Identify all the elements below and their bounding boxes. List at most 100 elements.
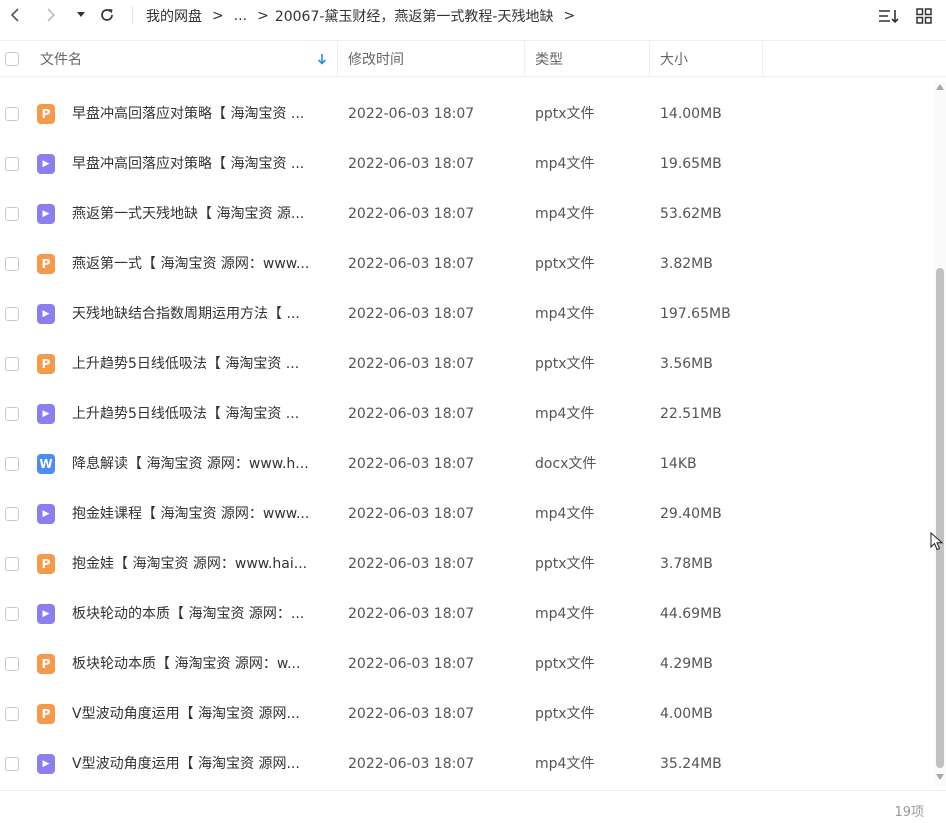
file-name[interactable]: 板块轮动本质【 海淘宝资 源网：w... [72, 653, 328, 675]
file-size: 53.62MB [660, 206, 722, 222]
file-type: mp4文件 [535, 506, 595, 522]
file-name[interactable]: 抱金娃【 海淘宝资 源网：www.hai... [72, 553, 328, 575]
breadcrumb-separator: > [257, 8, 269, 24]
row-checkbox[interactable] [5, 557, 19, 571]
row-checkbox[interactable] [5, 657, 19, 671]
file-type: mp4文件 [535, 606, 595, 622]
file-modified-time: 2022-06-03 18:07 [348, 156, 475, 172]
file-type: pptx文件 [535, 106, 595, 122]
grid-view-button[interactable] [913, 5, 935, 27]
toolbar-divider [132, 6, 133, 24]
file-modified-time: 2022-06-03 18:07 [348, 656, 475, 672]
row-checkbox[interactable] [5, 607, 19, 621]
file-row[interactable]: P 上升趋势5日线低吸法【 海淘宝资 ... 2022-06-03 18:07 ppt… [0, 339, 934, 389]
file-size: 4.00MB [660, 706, 713, 722]
column-size-label: 大小 [660, 52, 688, 68]
mp4-file-icon: ▶ [37, 604, 55, 624]
column-name-label[interactable]: 文件名 [40, 49, 82, 69]
file-name[interactable]: 降息解读【 海淘宝资 源网：www.h... [72, 453, 328, 475]
mp4-file-icon: ▶ [37, 754, 55, 774]
file-row[interactable]: ▶ 早盘冲高回落应对策略【 海淘宝资 ... 2022-06-03 18:07 mp4… [0, 139, 934, 189]
breadcrumb-root[interactable]: 我的网盘 [146, 6, 202, 26]
toolbar: 我的网盘 > ... > 20067-黛玉财经，燕返第一式教程-天残地缺 > [0, 0, 946, 32]
file-name[interactable]: 燕返第一式天残地缺【 海淘宝资 源... [72, 203, 328, 225]
file-name[interactable]: 早盘冲高回落应对策略【 海淘宝资 ... [72, 153, 328, 175]
forward-button[interactable] [40, 4, 62, 26]
file-name[interactable]: V型波动角度运用【 海淘宝资 源网... [72, 753, 328, 775]
file-name[interactable]: 板块轮动的本质【 海淘宝资 源网：... [72, 603, 328, 625]
row-checkbox[interactable] [5, 107, 19, 121]
column-time[interactable]: 修改时间 [338, 41, 525, 77]
file-name[interactable]: 燕返第一式【 海淘宝资 源网：www... [72, 253, 328, 275]
column-size[interactable]: 大小 [650, 41, 763, 77]
file-name[interactable]: V型波动角度运用【 海淘宝资 源网... [72, 703, 328, 725]
file-size: 14KB [660, 456, 697, 472]
row-checkbox[interactable] [5, 257, 19, 271]
status-bar: 19项 [0, 790, 946, 823]
back-button[interactable] [4, 4, 26, 26]
scroll-up-arrow-icon[interactable] [936, 84, 944, 90]
row-checkbox[interactable] [5, 207, 19, 221]
row-checkbox[interactable] [5, 157, 19, 171]
file-type: docx文件 [535, 456, 597, 472]
pptx-file-icon: P [37, 104, 55, 124]
scroll-down-arrow-icon[interactable] [936, 774, 944, 780]
file-modified-time: 2022-06-03 18:07 [348, 106, 475, 122]
file-row[interactable]: P 板块轮动本质【 海淘宝资 源网：w... 2022-06-03 18:07 ppt… [0, 639, 934, 689]
row-checkbox[interactable] [5, 407, 19, 421]
file-row[interactable]: P 早盘冲高回落应对策略【 海淘宝资 ... 2022-06-03 18:07 ppt… [0, 89, 934, 139]
breadcrumb-current[interactable]: 20067-黛玉财经，燕返第一式教程-天残地缺 [275, 6, 554, 26]
file-name[interactable]: 上升趋势5日线低吸法【 海淘宝资 ... [72, 353, 328, 375]
chevron-right-icon [47, 8, 56, 22]
caret-down-icon [77, 12, 85, 17]
file-modified-time: 2022-06-03 18:07 [348, 406, 475, 422]
file-modified-time: 2022-06-03 18:07 [348, 456, 475, 472]
row-checkbox[interactable] [5, 757, 19, 771]
pptx-file-icon: P [37, 704, 55, 724]
row-checkbox[interactable] [5, 307, 19, 321]
select-all-checkbox[interactable] [5, 41, 19, 77]
file-name[interactable]: 抱金娃课程【 海淘宝资 源网：www... [72, 503, 328, 525]
sort-down-arrow-icon[interactable] [317, 41, 331, 77]
file-row[interactable]: ▶ V型波动角度运用【 海淘宝资 源网... 2022-06-03 18:07 mp4… [0, 739, 934, 789]
breadcrumb-ellipsis[interactable]: ... [234, 8, 247, 24]
mp4-file-icon: ▶ [37, 204, 55, 224]
file-row[interactable]: ▶ 上升趋势5日线低吸法【 海淘宝资 ... 2022-06-03 18:07 mp4… [0, 389, 934, 439]
file-name[interactable]: 天残地缺结合指数周期运用方法【 ... [72, 303, 328, 325]
column-type-label: 类型 [535, 52, 563, 68]
scrollbar-thumb[interactable] [936, 268, 944, 768]
file-size: 3.78MB [660, 556, 713, 572]
row-checkbox[interactable] [5, 707, 19, 721]
sort-button[interactable] [878, 5, 900, 27]
file-modified-time: 2022-06-03 18:07 [348, 556, 475, 572]
file-modified-time: 2022-06-03 18:07 [348, 756, 475, 772]
file-size: 3.56MB [660, 356, 713, 372]
file-row[interactable]: P 抱金娃【 海淘宝资 源网：www.hai... 2022-06-03 18:07… [0, 539, 934, 589]
refresh-button[interactable] [96, 4, 118, 26]
file-row[interactable]: ▶ 天残地缺结合指数周期运用方法【 ... 2022-06-03 18:07 mp4文… [0, 289, 934, 339]
file-size: 197.65MB [660, 306, 731, 322]
history-dropdown-button[interactable] [70, 4, 92, 26]
file-row[interactable]: W 降息解读【 海淘宝资 源网：www.h... 2022-06-03 18:07 d… [0, 439, 934, 489]
row-checkbox[interactable] [5, 357, 19, 371]
file-size: 19.65MB [660, 156, 722, 172]
file-modified-time: 2022-06-03 18:07 [348, 306, 475, 322]
file-name[interactable]: 上升趋势5日线低吸法【 海淘宝资 ... [72, 403, 328, 425]
column-header: 文件名 修改时间 类型 大小 [0, 40, 946, 77]
file-type: mp4文件 [535, 306, 595, 322]
mp4-file-icon: ▶ [37, 404, 55, 424]
file-name[interactable]: 早盘冲高回落应对策略【 海淘宝资 ... [72, 103, 328, 125]
file-row[interactable]: P 燕返第一式【 海淘宝资 源网：www... 2022-06-03 18:07 pp… [0, 239, 934, 289]
file-row[interactable]: ▶ 燕返第一式天残地缺【 海淘宝资 源... 2022-06-03 18:07 mp4… [0, 189, 934, 239]
row-checkbox[interactable] [5, 457, 19, 471]
row-checkbox[interactable] [5, 507, 19, 521]
column-name: 文件名 [0, 41, 338, 77]
file-type: pptx文件 [535, 556, 595, 572]
file-row[interactable]: ▶ 板块轮动的本质【 海淘宝资 源网：... 2022-06-03 18:07 mp4… [0, 589, 934, 639]
sort-icon [879, 10, 899, 24]
file-row[interactable]: P V型波动角度运用【 海淘宝资 源网... 2022-06-03 18:07 ppt… [0, 689, 934, 739]
file-modified-time: 2022-06-03 18:07 [348, 706, 475, 722]
chevron-left-icon [10, 8, 19, 22]
file-row[interactable]: ▶ 抱金娃课程【 海淘宝资 源网：www... 2022-06-03 18:07 mp… [0, 489, 934, 539]
column-type[interactable]: 类型 [525, 41, 650, 77]
